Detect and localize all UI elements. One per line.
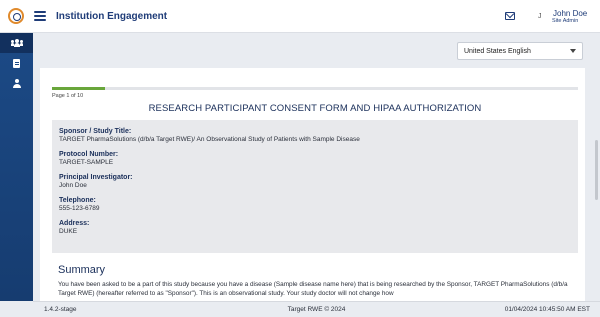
language-select-value: United States English	[464, 47, 531, 55]
sidebar-item-profile[interactable]	[0, 73, 33, 93]
consent-form-card: Page 1 of 10 RESEARCH PARTICIPANT CONSEN…	[40, 68, 585, 301]
summary-text: You have been asked to be a part of this…	[58, 281, 568, 297]
progress-bar	[52, 87, 578, 90]
field-label: Address:	[59, 220, 90, 227]
form-title: RESEARCH PARTICIPANT CONSENT FORM AND HI…	[148, 103, 482, 114]
field-value: TARGET PharmaSolutions (d/b/a Target RWE…	[59, 136, 360, 143]
field-value: John Doe	[59, 182, 87, 189]
users-icon	[10, 39, 23, 47]
user-separator: J	[538, 13, 542, 20]
field-sponsor: Sponsor / Study Title: TARGET PharmaSolu…	[59, 127, 571, 144]
user-icon	[12, 78, 21, 88]
field-address: Address: DUKE	[59, 219, 571, 236]
progress-bar-fill	[52, 87, 105, 90]
summary-heading: Summary	[58, 264, 106, 276]
hamburger-menu-icon[interactable]	[34, 11, 46, 21]
field-telephone: Telephone: 555-123-6789	[59, 196, 571, 213]
user-name[interactable]: John Doe	[553, 9, 587, 18]
field-label: Sponsor / Study Title:	[59, 128, 132, 135]
user-role: Site Admin	[552, 18, 579, 24]
field-label: Protocol Number:	[59, 151, 119, 158]
top-bar: Institution Engagement J John Doe Site A…	[0, 0, 600, 33]
mail-icon[interactable]	[505, 12, 515, 20]
chevron-down-icon	[570, 49, 576, 53]
page-indicator: Page 1 of 10	[52, 93, 84, 99]
footer: 1.4.2-stage Target RWE © 2024 01/04/2024…	[33, 301, 600, 317]
field-label: Principal Investigator:	[59, 174, 133, 181]
sidebar-item-documents[interactable]	[0, 53, 33, 73]
field-investigator: Principal Investigator: John Doe	[59, 173, 571, 190]
field-value: DUKE	[59, 228, 78, 235]
document-icon	[13, 58, 20, 68]
sidebar-item-users[interactable]	[0, 33, 33, 53]
field-protocol: Protocol Number: TARGET-SAMPLE	[59, 150, 571, 167]
field-value: TARGET-SAMPLE	[59, 159, 114, 166]
field-label: Telephone:	[59, 197, 96, 204]
language-select[interactable]: United States English	[457, 42, 583, 60]
study-info-box: Sponsor / Study Title: TARGET PharmaSolu…	[52, 120, 578, 253]
current-datetime: 01/04/2024 10:45:50 AM EST	[504, 306, 590, 313]
field-value: 555-123-6789	[59, 205, 100, 212]
target-logo-icon[interactable]	[8, 8, 24, 24]
sidebar	[0, 33, 33, 301]
app-title: Institution Engagement	[56, 10, 168, 22]
scrollbar[interactable]	[595, 140, 598, 200]
